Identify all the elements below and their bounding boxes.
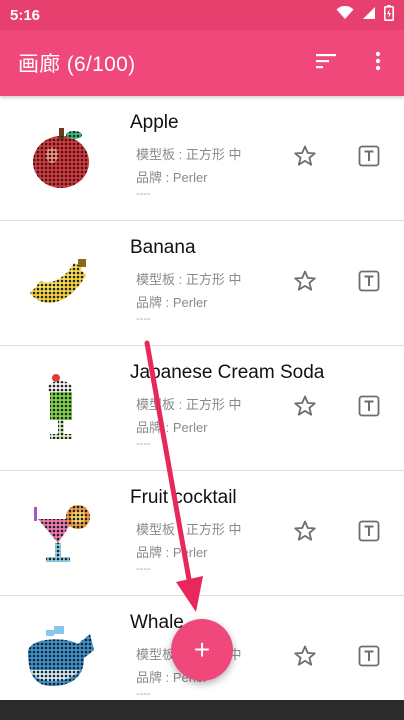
item-brand: 品牌 : Perler	[136, 420, 208, 435]
page-title: 画廊 (6/100)	[18, 53, 136, 76]
screen: 5:16 画廊 (6/100) Apple 模型板: 正方形 中 品牌: P…	[0, 0, 404, 720]
item-board: 模型板 : 正方形 中	[136, 522, 242, 537]
status-bar: 5:16	[0, 0, 404, 30]
item-title: Apple	[130, 112, 179, 133]
wifi-icon	[336, 5, 354, 25]
text-box-icon	[358, 395, 380, 422]
item-brand: 品牌 : Perler	[136, 545, 208, 560]
text-box-icon	[358, 270, 380, 297]
item-extra: ----	[136, 313, 151, 325]
add-button[interactable]: +	[171, 619, 233, 681]
fruit-cocktail-pattern-thumbnail	[24, 497, 98, 571]
text-box-icon	[358, 520, 380, 547]
item-title: Banana	[130, 237, 196, 258]
sort-button[interactable]	[300, 30, 352, 96]
favorite-button[interactable]	[290, 518, 320, 548]
navigation-bar	[0, 700, 404, 720]
apple-pattern-thumbnail	[24, 122, 98, 196]
item-board: 模型板 : 正方形 中	[136, 272, 242, 287]
status-icons	[336, 4, 394, 26]
text-button[interactable]	[354, 268, 384, 298]
list-item[interactable]: Apple 模型板 : 正方形 中 品牌 : Perler ----	[0, 96, 404, 221]
banana-pattern-thumbnail	[24, 247, 98, 321]
star-icon	[293, 269, 317, 298]
text-button[interactable]	[354, 393, 384, 423]
more-options-button[interactable]	[352, 30, 404, 96]
item-extra: ----	[136, 563, 151, 575]
item-board: 模型板 : 正方形 中	[136, 397, 242, 412]
app-bar-actions	[300, 30, 404, 96]
item-board: 模型板 : 正方形 中	[136, 147, 242, 162]
list-item[interactable]: Fruit cocktail 模型板 : 正方形 中 品牌 : Perler -…	[0, 471, 404, 596]
favorite-button[interactable]	[290, 268, 320, 298]
item-extra: ----	[136, 438, 151, 450]
battery-icon	[384, 4, 394, 26]
more-vert-icon	[375, 51, 381, 76]
item-brand: 品牌 : Perler	[136, 295, 208, 310]
star-icon	[293, 144, 317, 173]
favorite-button[interactable]	[290, 393, 320, 423]
app-bar: 画廊 (6/100)	[0, 30, 404, 96]
text-button[interactable]	[354, 518, 384, 548]
item-brand: 品牌 : Perler	[136, 170, 208, 185]
item-extra: ----	[136, 688, 151, 700]
cream-soda-pattern-thumbnail	[24, 372, 98, 446]
list-item[interactable]: Japanese Cream Soda 模型板 : 正方形 中 品牌 : Per…	[0, 346, 404, 471]
star-icon	[293, 394, 317, 423]
signal-icon	[362, 6, 376, 25]
sort-icon	[315, 53, 337, 74]
text-button[interactable]	[354, 143, 384, 173]
item-title: Fruit cocktail	[130, 487, 237, 508]
item-title: Japanese Cream Soda	[130, 362, 325, 383]
status-time: 5:16	[10, 6, 41, 24]
list-item[interactable]: Banana 模型板 : 正方形 中 品牌 : Perler ----	[0, 221, 404, 346]
text-box-icon	[358, 645, 380, 672]
item-extra: ----	[136, 188, 151, 200]
text-box-icon	[358, 145, 380, 172]
add-icon: +	[193, 634, 211, 665]
star-icon	[293, 644, 317, 673]
favorite-button[interactable]	[290, 143, 320, 173]
text-button[interactable]	[354, 643, 384, 673]
star-icon	[293, 519, 317, 548]
whale-pattern-thumbnail	[24, 622, 98, 696]
favorite-button[interactable]	[290, 643, 320, 673]
item-title: Whale	[130, 612, 184, 633]
